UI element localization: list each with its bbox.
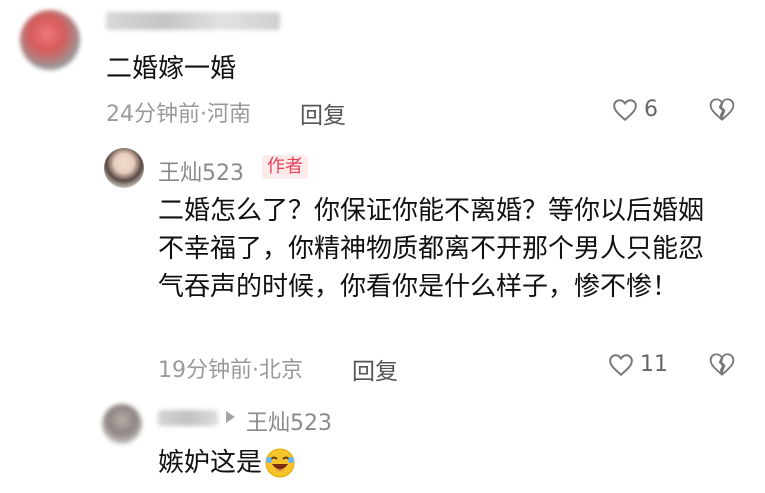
laughing-emoji-icon [265, 448, 295, 478]
username-blurred[interactable] [158, 410, 218, 426]
avatar[interactable] [102, 404, 142, 444]
avatar[interactable] [104, 148, 144, 188]
dislike-button[interactable] [708, 97, 736, 126]
like-count: 11 [640, 352, 668, 377]
heart-icon [609, 353, 633, 376]
broken-heart-icon [709, 353, 735, 376]
like-button[interactable]: 11 [608, 352, 668, 377]
reply-to-username[interactable]: 王灿523 [246, 405, 332, 437]
like-button[interactable]: 6 [612, 97, 658, 122]
comment-text: 嫉妒这是 [158, 444, 296, 482]
avatar[interactable] [20, 10, 80, 70]
comment-text: 二婚怎么了？你保证你能不离婚？等你以后婚姻不幸福了，你精神物质都离不开那个男人只… [158, 196, 705, 302]
reply-button[interactable]: 回复 [300, 96, 346, 130]
username[interactable]: 王灿523 [158, 155, 244, 187]
heart-icon [613, 98, 637, 121]
comment-text: 二婚嫁一婚 [106, 54, 237, 84]
dislike-button[interactable] [708, 352, 736, 381]
comment-meta: 24分钟前·河南 [106, 102, 251, 127]
broken-heart-icon [709, 98, 735, 121]
author-badge: 作者 [262, 155, 308, 179]
username-blurred[interactable] [106, 12, 280, 30]
reply-arrow-icon [226, 411, 235, 423]
like-count: 6 [644, 97, 658, 122]
reply-button[interactable]: 回复 [352, 352, 398, 386]
comment-meta: 19分钟前·北京 [158, 358, 303, 383]
